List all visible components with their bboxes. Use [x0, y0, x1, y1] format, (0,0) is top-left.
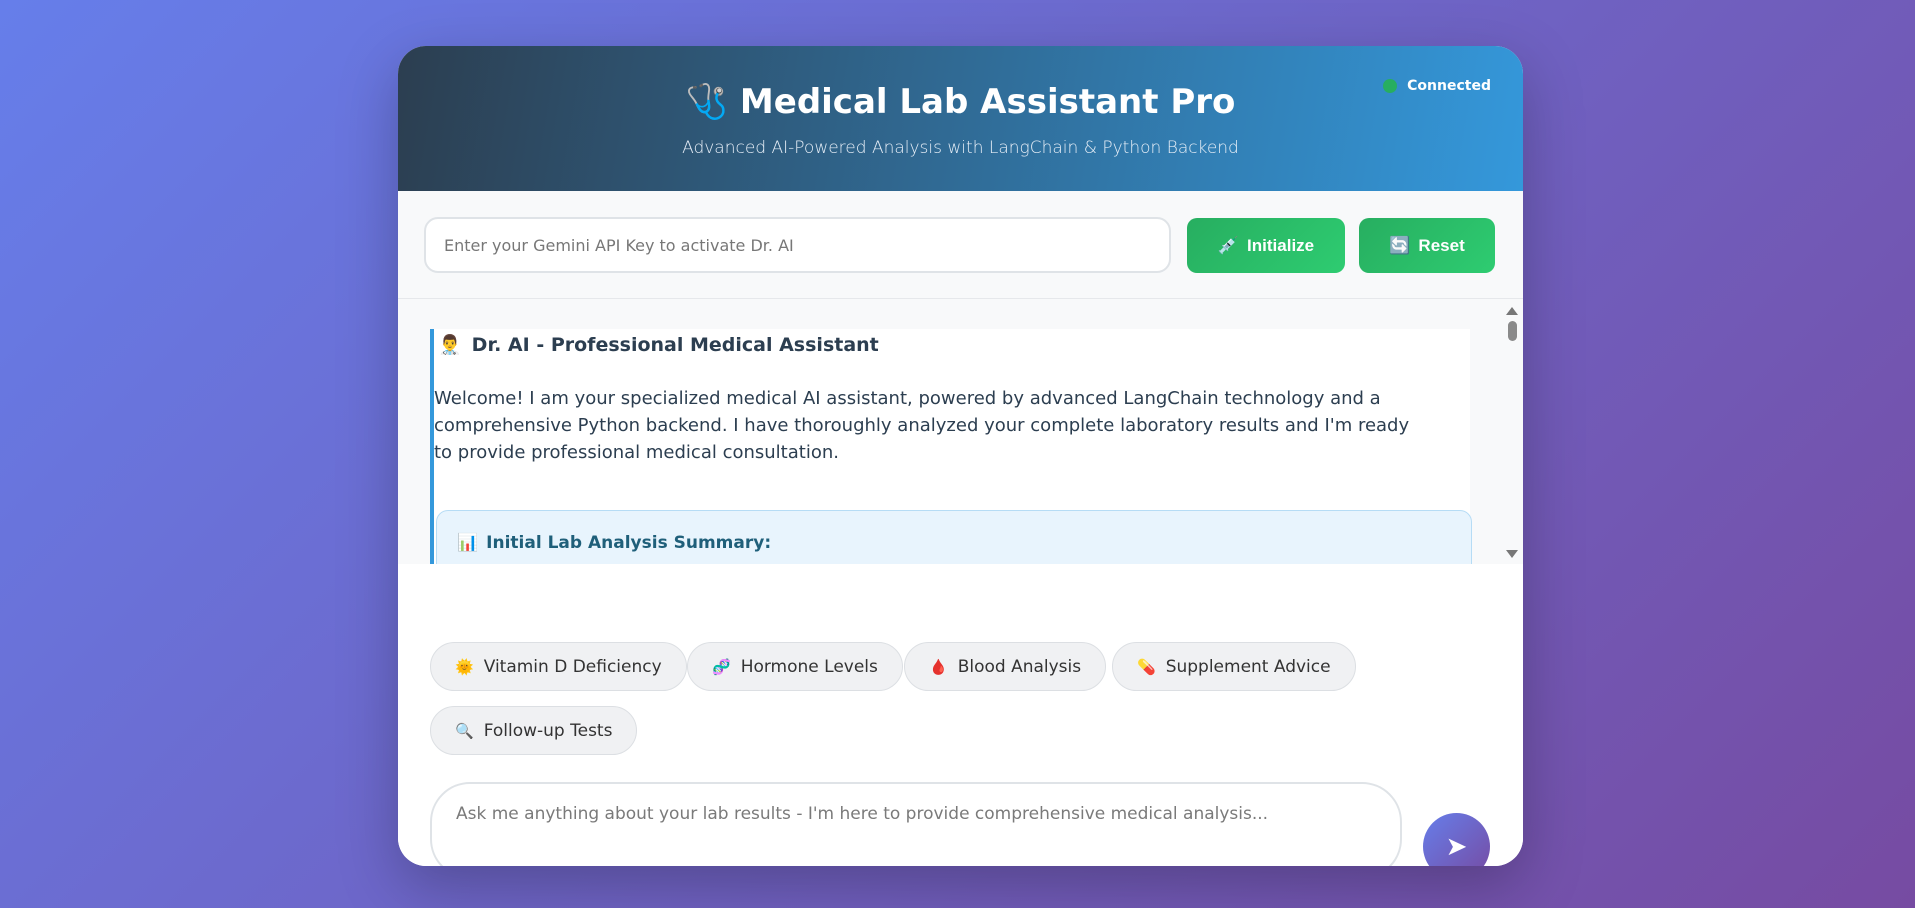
page-title: 🩺 Medical Lab Assistant Pro — [398, 82, 1523, 122]
refresh-icon: 🔄 — [1389, 235, 1411, 255]
scroll-up-arrow-icon[interactable] — [1506, 307, 1518, 315]
lab-summary-box: 📊 Initial Lab Analysis Summary: — [436, 510, 1472, 564]
stethoscope-icon: 🩺 — [685, 82, 728, 122]
status-text: Connected — [1407, 78, 1491, 94]
quick-action-label: Vitamin D Deficiency — [483, 656, 662, 677]
quick-action-label: Follow-up Tests — [483, 720, 613, 741]
api-key-bar: 💉 Initialize 🔄 Reset — [398, 191, 1523, 299]
status-dot-icon — [1383, 79, 1398, 93]
blood-drop-icon: 🩸 — [929, 657, 948, 676]
app-window: 🩺 Medical Lab Assistant Pro Advanced AI-… — [398, 46, 1523, 866]
initialize-button[interactable]: 💉 Initialize — [1187, 218, 1345, 273]
chat-messages[interactable]: 👨‍⚕️ Dr. AI - Professional Medical Assis… — [398, 299, 1523, 564]
connection-status: Connected — [1383, 78, 1491, 94]
send-arrow-icon: ➤ — [1445, 831, 1468, 861]
quick-action-label: Blood Analysis — [957, 656, 1082, 677]
doctor-icon: 👨‍⚕️ — [438, 334, 462, 356]
quick-action-label: Hormone Levels — [740, 656, 878, 677]
message-title-text: Dr. AI - Professional Medical Assistant — [471, 333, 879, 356]
chat-scrollbar[interactable] — [1501, 299, 1523, 564]
page-subtitle: Advanced AI-Powered Analysis with LangCh… — [682, 138, 1239, 158]
send-button[interactable]: ➤ — [1423, 813, 1490, 866]
message-body: Welcome! I am your specialized medical A… — [434, 388, 1410, 463]
assistant-message: 👨‍⚕️ Dr. AI - Professional Medical Assis… — [430, 329, 1472, 564]
quick-action-hormone-levels[interactable]: 🧬 Hormone Levels — [687, 642, 903, 691]
quick-action-blood-analysis[interactable]: 🩸 Blood Analysis — [904, 642, 1107, 691]
quick-actions-area: 🌞 Vitamin D Deficiency 🧬 Hormone Levels … — [398, 564, 1523, 866]
initialize-label: Initialize — [1247, 235, 1315, 255]
sun-icon: 🌞 — [455, 657, 474, 676]
scrollbar-thumb[interactable] — [1508, 321, 1517, 341]
dna-icon: 🧬 — [712, 657, 731, 676]
quick-action-label: Supplement Advice — [1165, 656, 1331, 677]
magnifier-icon: 🔍 — [455, 721, 474, 740]
pill-icon: 💊 — [1137, 657, 1156, 676]
page-title-text: Medical Lab Assistant Pro — [739, 82, 1236, 122]
message-title: 👨‍⚕️ Dr. AI - Professional Medical Assis… — [438, 333, 879, 357]
app-header: 🩺 Medical Lab Assistant Pro Advanced AI-… — [398, 46, 1523, 191]
reset-button[interactable]: 🔄 Reset — [1359, 218, 1495, 273]
chart-icon: 📊 — [457, 533, 479, 553]
lab-summary-title-text: Initial Lab Analysis Summary: — [486, 533, 772, 553]
quick-action-vitamin-d[interactable]: 🌞 Vitamin D Deficiency — [430, 642, 687, 691]
lab-summary-title: 📊 Initial Lab Analysis Summary: — [457, 533, 771, 553]
quick-action-follow-up-tests[interactable]: 🔍 Follow-up Tests — [430, 706, 638, 755]
reset-label: Reset — [1418, 235, 1465, 255]
scroll-down-arrow-icon[interactable] — [1506, 550, 1518, 558]
syringe-icon: 💉 — [1217, 235, 1240, 255]
message-input[interactable] — [430, 782, 1402, 866]
api-key-input[interactable] — [424, 217, 1171, 273]
quick-action-supplement-advice[interactable]: 💊 Supplement Advice — [1112, 642, 1356, 691]
